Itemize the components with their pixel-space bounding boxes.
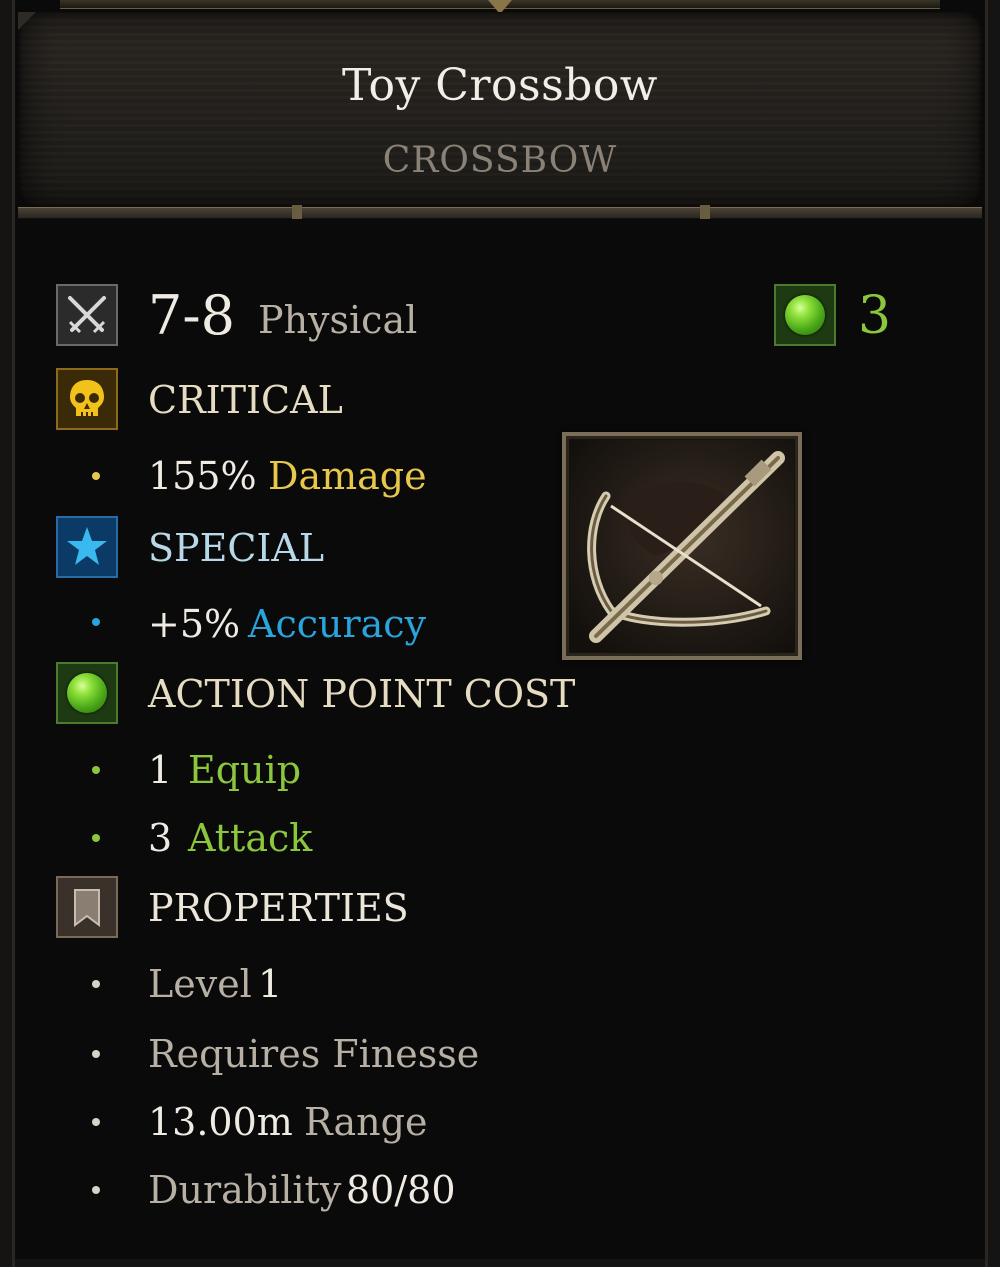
bullet <box>92 472 100 480</box>
special-value: +5% <box>148 602 241 646</box>
rail-stud <box>292 205 302 219</box>
durability-label: Durability <box>148 1168 342 1212</box>
level-label: Level <box>148 962 252 1006</box>
damage-range: 7-8 <box>148 284 235 347</box>
green-gem-icon <box>774 284 836 346</box>
item-type: CROSSBOW <box>382 140 618 181</box>
item-name: Toy Crossbow <box>342 60 658 111</box>
ap-attack-label: Attack <box>188 816 313 860</box>
bullet <box>92 766 100 774</box>
tooltip-header: Toy Crossbow CROSSBOW <box>18 12 982 208</box>
properties-heading: PROPERTIES <box>148 886 409 930</box>
crossed-swords-icon <box>56 284 118 346</box>
special-label: Accuracy <box>248 602 427 646</box>
header-rail <box>18 207 982 219</box>
ap-cost-heading: ACTION POINT COST <box>148 672 576 716</box>
bullet <box>92 980 100 988</box>
ap-badge-value: 3 <box>858 286 892 346</box>
level-value: 1 <box>258 962 283 1006</box>
requires-text: Requires Finesse <box>148 1032 480 1076</box>
bullet <box>92 1186 100 1194</box>
range-label: Range <box>304 1100 428 1144</box>
bookmark-icon <box>56 876 118 938</box>
ap-attack-value: 3 <box>148 816 173 860</box>
critical-heading: CRITICAL <box>148 378 343 422</box>
durability-value: 80/80 <box>346 1168 456 1212</box>
ap-equip-value: 1 <box>148 748 173 792</box>
green-gem-icon <box>56 662 118 724</box>
range-value: 13.00m <box>148 1100 293 1144</box>
damage-type: Physical <box>258 298 418 342</box>
skull-icon <box>56 368 118 430</box>
star-icon <box>56 516 118 578</box>
bullet <box>92 834 100 842</box>
rail-stud <box>700 205 710 219</box>
critical-label: Damage <box>268 454 427 498</box>
special-heading: SPECIAL <box>148 526 325 570</box>
ap-equip-label: Equip <box>188 748 302 792</box>
crossbow-icon <box>562 432 802 660</box>
bullet <box>92 618 100 626</box>
critical-value: 155% <box>148 454 257 498</box>
bullet <box>92 1118 100 1126</box>
bullet <box>92 1050 100 1058</box>
corner-ornament <box>18 12 36 30</box>
